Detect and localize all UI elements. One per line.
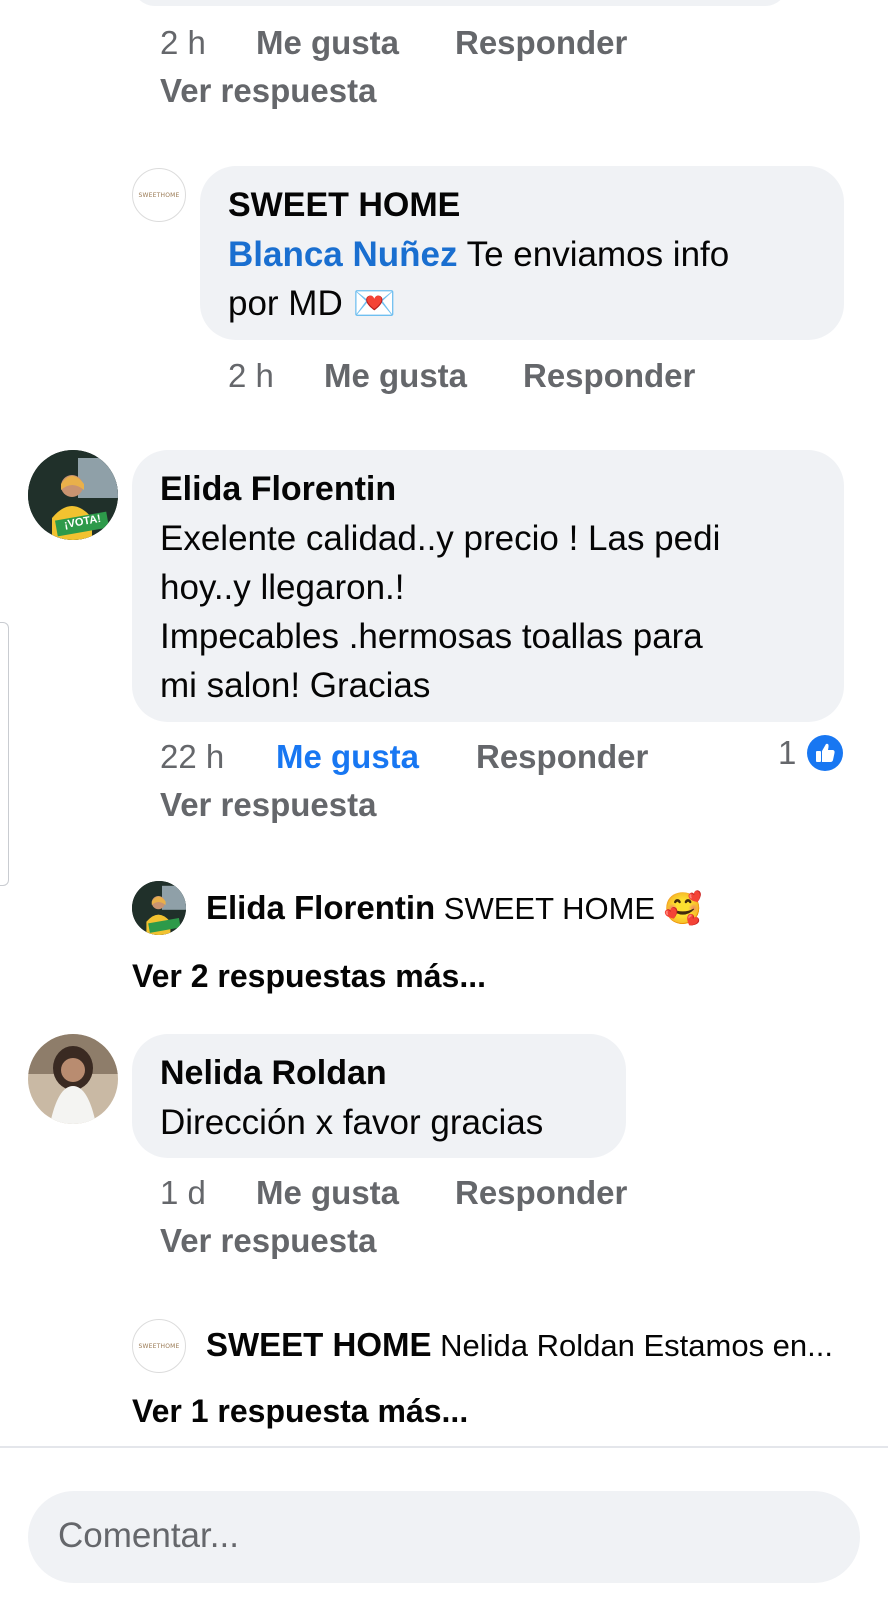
- comment-time: 1 d: [160, 1174, 206, 1211]
- comment-placeholder: Comentar...: [58, 1516, 239, 1555]
- nelida-comment-bubble: Nelida Roldan Dirección x favor gracias: [132, 1034, 626, 1158]
- elida-comment-bubble: Elida Florentin Exelente calidad..y prec…: [132, 450, 844, 722]
- comment-author[interactable]: Nelida Roldan: [160, 1054, 387, 1093]
- composer-divider: [0, 1446, 888, 1448]
- elida-avatar-image: [132, 881, 186, 935]
- reply-text: SWEET HOME: [435, 891, 664, 926]
- reply-button[interactable]: Responder: [455, 24, 627, 62]
- comment-author[interactable]: Elida Florentin: [160, 470, 396, 509]
- view-more-replies-link[interactable]: Ver 2 respuestas más...: [132, 958, 486, 995]
- comment-line: mi salon! Gracias: [160, 666, 431, 705]
- comment-author[interactable]: SWEET HOME: [228, 186, 460, 225]
- like-button[interactable]: Me gusta: [256, 24, 399, 62]
- mention-link[interactable]: Blanca Nuñez: [228, 235, 458, 274]
- nelida-avatar[interactable]: [28, 1034, 118, 1124]
- elida-avatar-small[interactable]: [132, 881, 186, 935]
- like-button[interactable]: Me gusta: [256, 1174, 399, 1212]
- comment-line: Exelente calidad..y precio ! Las pedi: [160, 519, 721, 558]
- sweet-home-avatar[interactable]: SWEETHOME: [132, 168, 186, 222]
- comment-text: Blanca Nuñez Te enviamos info por MD 💌: [228, 230, 729, 328]
- previous-comment-bubble: [132, 0, 788, 6]
- comment-text-rest: Te enviamos info: [457, 235, 730, 274]
- reply-author[interactable]: SWEET HOME: [206, 1326, 432, 1363]
- comment-time: 2 h: [228, 357, 274, 394]
- reply-author[interactable]: Elida Florentin: [206, 889, 435, 926]
- smiling-hearts-emoji: 🥰: [663, 891, 703, 926]
- thumbs-up-icon[interactable]: [806, 734, 844, 772]
- comment-time: 2 h: [160, 24, 206, 61]
- reply-button[interactable]: Responder: [476, 738, 648, 776]
- comment-text-line2: por MD: [228, 284, 343, 323]
- view-more-replies-link[interactable]: Ver 1 respuesta más...: [132, 1393, 468, 1430]
- love-letter-emoji: 💌: [352, 284, 397, 323]
- comment-time: 22 h: [160, 738, 225, 775]
- sweet-home-logo-text: SWEETHOME: [138, 1342, 180, 1350]
- reply-text: Nelida Roldan Estamos en...: [431, 1328, 834, 1363]
- comment-line: Impecables .hermosas toallas para: [160, 617, 703, 656]
- reply-button[interactable]: Responder: [523, 357, 695, 395]
- like-button-active[interactable]: Me gusta: [276, 738, 419, 776]
- comment-text: Exelente calidad..y precio ! Las pedi ho…: [160, 514, 720, 710]
- view-reply-link[interactable]: Ver respuesta: [160, 72, 376, 110]
- view-reply-link[interactable]: Ver respuesta: [160, 1222, 376, 1260]
- elida-avatar[interactable]: ¡VOTA!: [28, 450, 118, 540]
- comment-text: Dirección x favor gracias: [160, 1103, 544, 1142]
- reaction-count[interactable]: 1: [778, 734, 796, 772]
- sweet-home-reply-bubble: SWEET HOME Blanca Nuñez Te enviamos info…: [200, 166, 844, 340]
- scrollbar[interactable]: [0, 622, 9, 886]
- reply-preview[interactable]: Elida Florentin SWEET HOME 🥰: [206, 889, 702, 927]
- nelida-avatar-image: [28, 1034, 118, 1124]
- comment-input[interactable]: Comentar...: [28, 1491, 860, 1583]
- reply-button[interactable]: Responder: [455, 1174, 627, 1212]
- sweet-home-avatar-small[interactable]: SWEETHOME: [132, 1319, 186, 1373]
- sweet-home-logo-text: SWEETHOME: [138, 191, 180, 199]
- view-reply-link[interactable]: Ver respuesta: [160, 786, 376, 824]
- like-button[interactable]: Me gusta: [324, 357, 467, 395]
- comment-line: hoy..y llegaron.!: [160, 568, 405, 607]
- reply-preview[interactable]: SWEET HOME Nelida Roldan Estamos en...: [206, 1326, 833, 1364]
